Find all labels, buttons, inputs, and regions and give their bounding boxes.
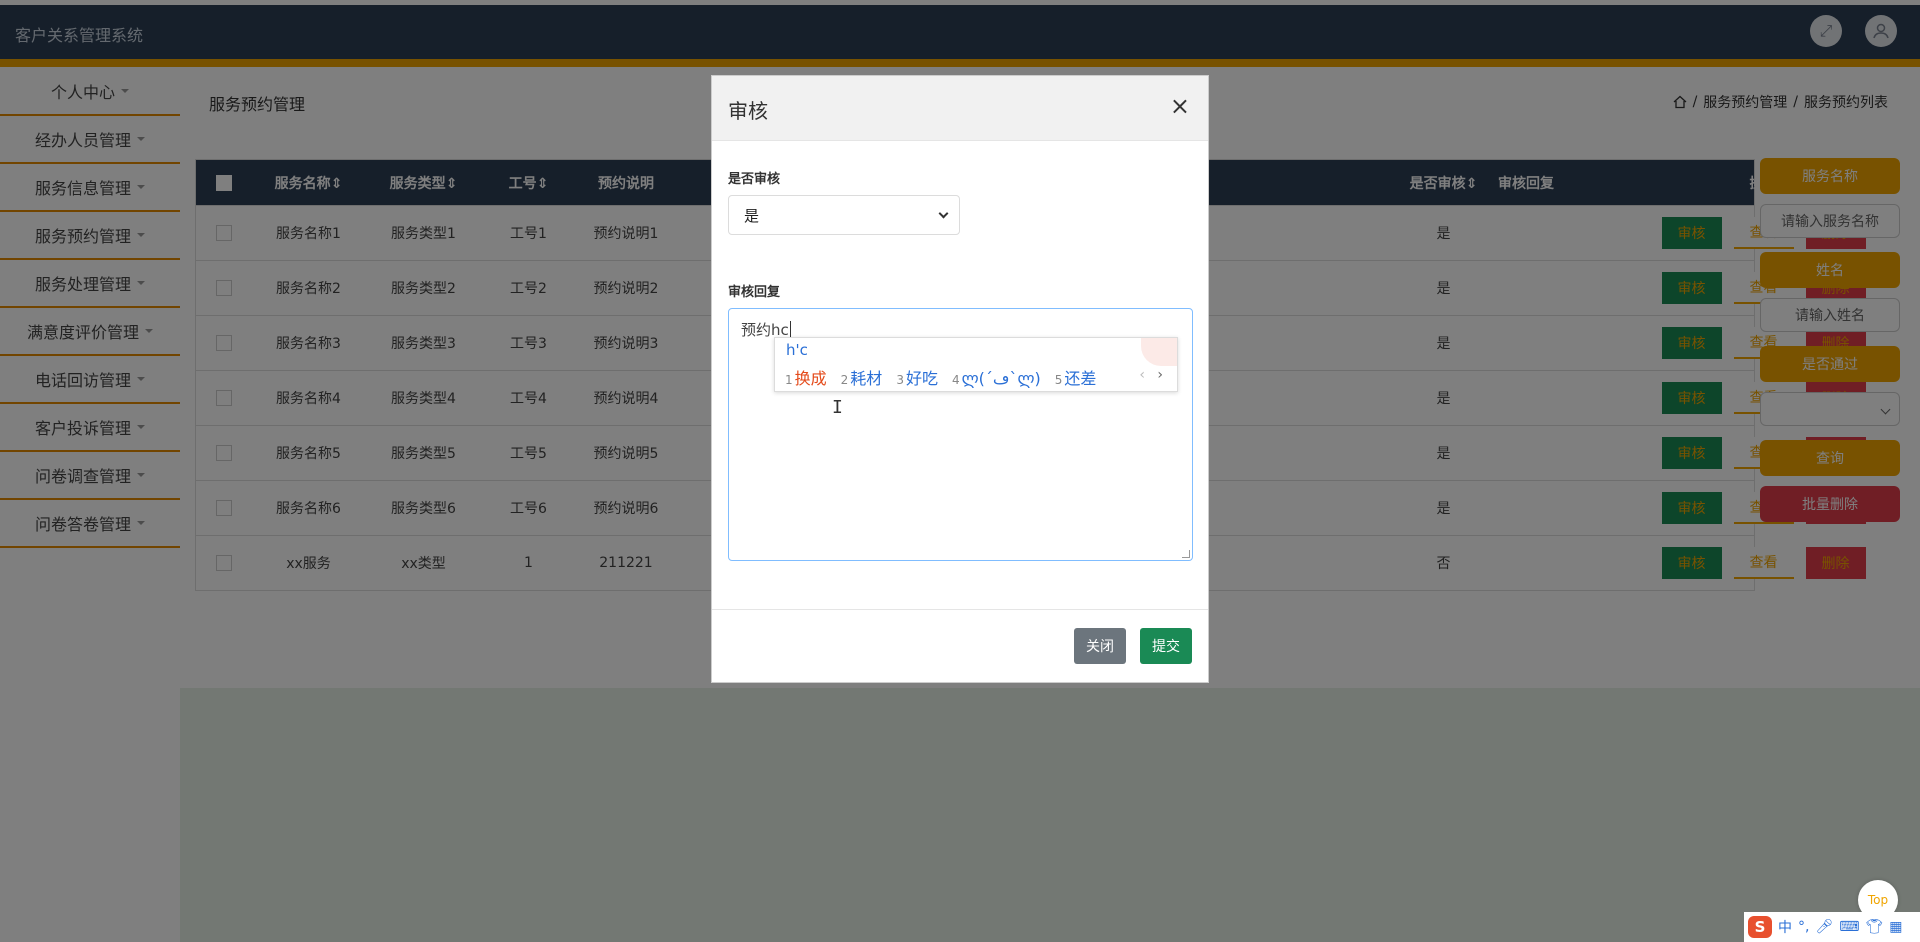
ime-candidate-num: 5 [1054, 373, 1063, 387]
modal-footer: 关闭 提交 [712, 609, 1208, 683]
grid-icon[interactable]: ▦ [1889, 919, 1902, 935]
pass-label: 是否审核 [728, 172, 781, 187]
ime-composition: h'c [786, 341, 808, 359]
ime-lang-toggle[interactable]: 中 [1778, 917, 1792, 937]
sogou-logo-icon[interactable]: S [1748, 916, 1772, 938]
ime-candidate-text: 还差 [1064, 369, 1097, 388]
submit-button[interactable]: 提交 [1140, 628, 1192, 664]
keyboard-icon[interactable]: ⌨ [1839, 919, 1859, 935]
ime-candidate[interactable]: 4 ლ(´ڡ`ლ) [952, 369, 1041, 388]
ime-candidate-text: 耗材 [850, 369, 883, 388]
reply-label: 审核回复 [728, 285, 781, 300]
ime-candidates: 1 换成 2 耗材 3 好吃 4 ლ(´ڡ`ლ) 5 还差 [785, 365, 1096, 389]
ime-page-nav: ‹ › [1139, 367, 1163, 383]
close-icon[interactable]: × [1170, 92, 1190, 120]
ime-next-icon[interactable]: › [1157, 367, 1163, 383]
shirt-icon[interactable]: 👕︎ [1865, 919, 1883, 935]
modal-title: 审核 [728, 99, 768, 123]
close-button[interactable]: 关闭 [1074, 628, 1126, 664]
ime-candidate[interactable]: 3 好吃 [896, 365, 938, 389]
ime-toolbar: S 中 °, 🎤︎ ⌨ 👕︎ ▦ [1744, 912, 1920, 942]
chevron-down-icon [938, 208, 949, 219]
ime-candidate-text: 换成 [794, 369, 827, 388]
pass-select[interactable]: 是 [728, 195, 960, 235]
ime-candidate-num: 4 [951, 373, 960, 387]
ime-candidate[interactable]: 1 换成 [785, 365, 827, 389]
modal-header: 审核 × [712, 76, 1208, 141]
mic-icon[interactable]: 🎤︎ [1815, 919, 1833, 935]
ime-candidate-popup: h'c 1 换成 2 耗材 3 好吃 4 ლ(´ڡ`ლ) 5 还差 ‹ › [774, 337, 1178, 392]
text-cursor-icon: I [832, 397, 843, 418]
ime-punct-toggle[interactable]: °, [1798, 919, 1809, 935]
ime-logo-decoration [1141, 338, 1177, 366]
ime-candidate-text: ლ(´ڡ`ლ) [961, 369, 1041, 388]
ime-candidate-text: 好吃 [905, 369, 938, 388]
pass-select-value: 是 [744, 206, 760, 225]
ime-candidate-num: 2 [840, 373, 849, 387]
resize-handle-icon[interactable] [1182, 550, 1190, 558]
ime-candidate[interactable]: 2 耗材 [841, 365, 883, 389]
ime-prev-icon[interactable]: ‹ [1139, 367, 1145, 383]
ime-candidate[interactable]: 5 还差 [1055, 365, 1097, 389]
ime-candidate-num: 1 [785, 373, 793, 387]
ime-candidate-num: 3 [896, 373, 904, 387]
